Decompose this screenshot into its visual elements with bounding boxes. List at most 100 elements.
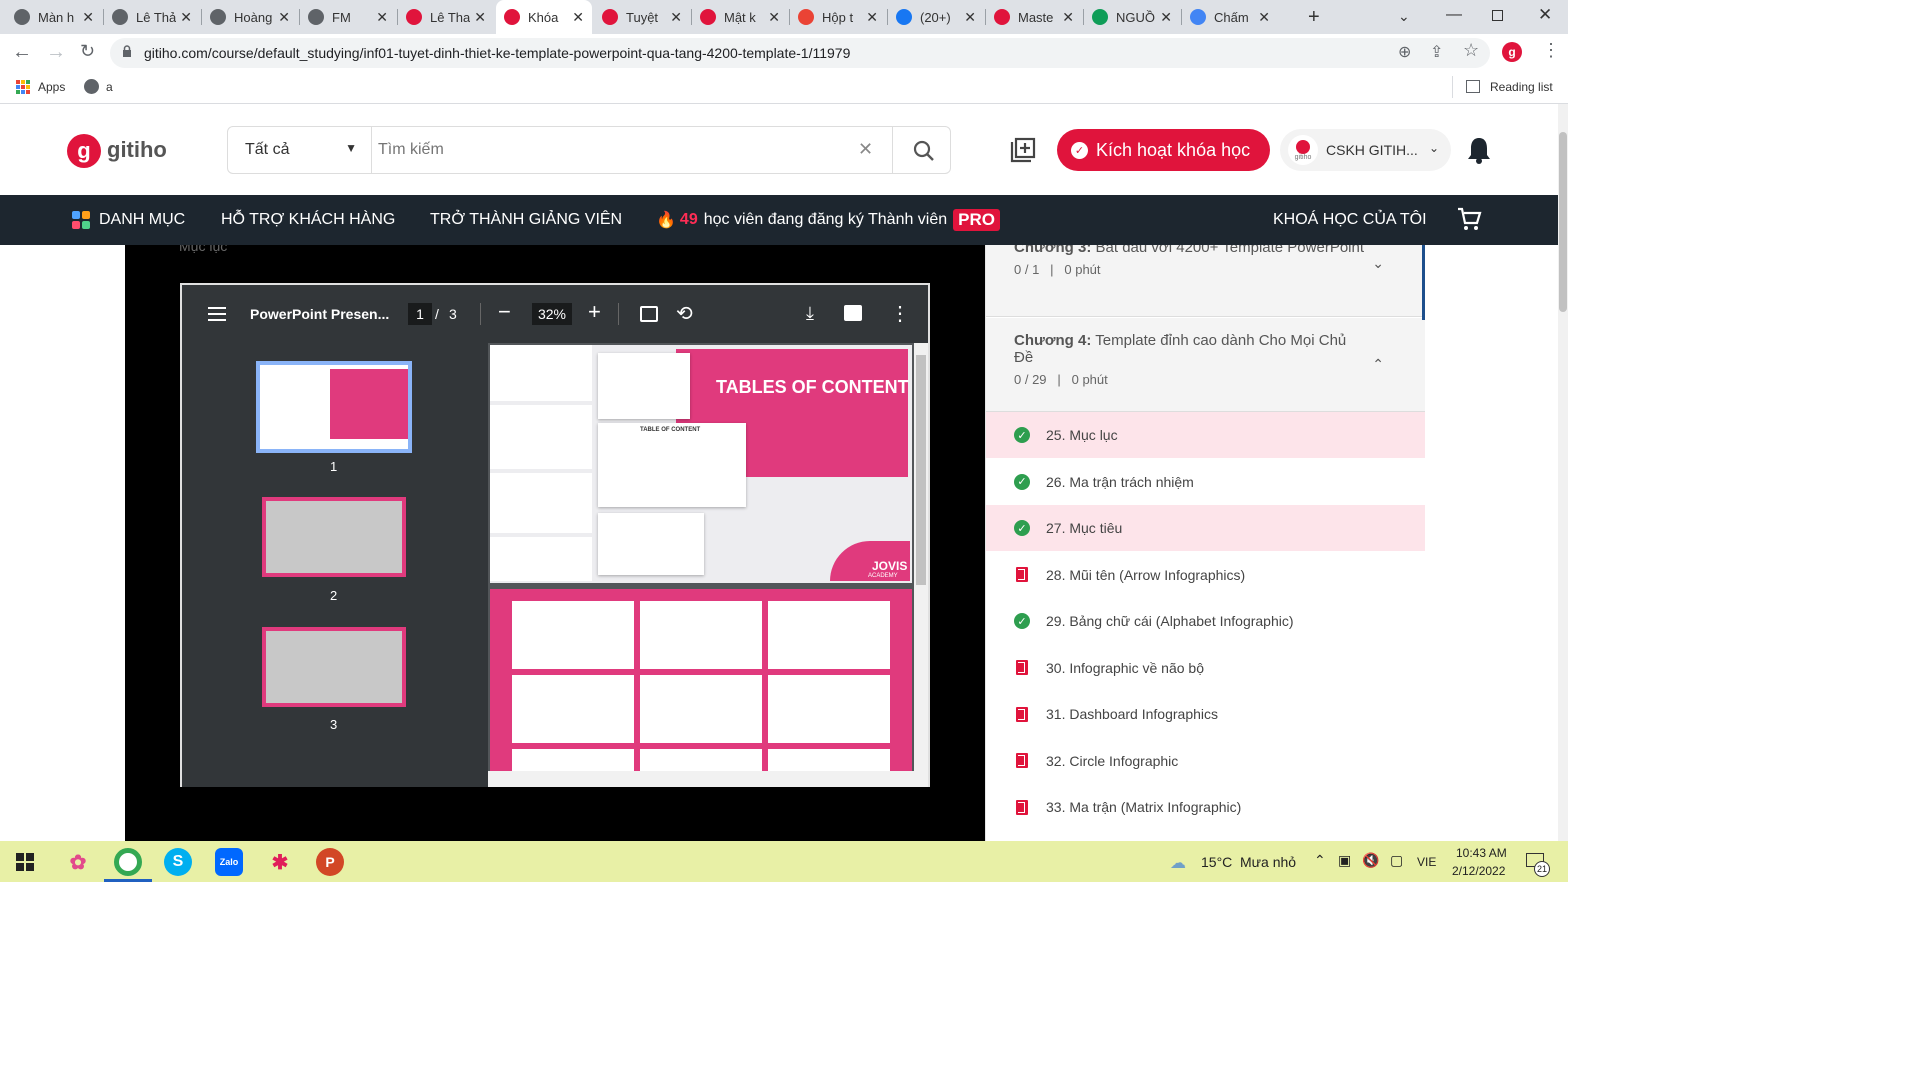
windows-start-icon[interactable] xyxy=(16,853,34,871)
tab-close-icon[interactable]: ✕ xyxy=(180,9,192,26)
menu-icon[interactable] xyxy=(208,307,226,321)
forward-icon[interactable]: → xyxy=(46,41,66,64)
new-tab-button[interactable]: + xyxy=(1308,6,1320,29)
browser-tab[interactable]: Maste ✕ xyxy=(986,0,1082,34)
share-icon[interactable]: ⇪ xyxy=(1430,42,1443,62)
browser-tab[interactable]: Màn h ✕ xyxy=(6,0,102,34)
tab-close-icon[interactable]: ✕ xyxy=(1258,9,1270,26)
close-window-icon[interactable]: ✕ xyxy=(1538,5,1552,25)
clear-search-icon[interactable]: ✕ xyxy=(858,139,873,160)
zoom-level[interactable]: 32% xyxy=(532,303,572,325)
apps-grid-icon[interactable] xyxy=(16,80,30,94)
rotate-icon[interactable]: ⟲ xyxy=(676,301,693,326)
tab-close-icon[interactable]: ✕ xyxy=(670,9,682,26)
bookmark-a[interactable]: a xyxy=(106,80,113,94)
profile-avatar-icon[interactable]: g xyxy=(1502,42,1522,62)
lesson-item[interactable]: ✓ 27. Mục tiêu xyxy=(986,505,1425,551)
search-icon[interactable] xyxy=(912,139,936,168)
powerpoint-icon[interactable]: P xyxy=(316,848,344,876)
add-course-icon[interactable] xyxy=(1008,136,1036,169)
nav-promo[interactable]: 🔥 49 học viên đang đăng ký Thành viên PR… xyxy=(656,195,1000,245)
language-indicator[interactable]: VIE xyxy=(1417,855,1436,869)
reading-list-label[interactable]: Reading list xyxy=(1490,80,1553,94)
page-scrollbar[interactable] xyxy=(1558,104,1568,841)
outline-scrollbar[interactable] xyxy=(1422,245,1425,320)
gitiho-logo-icon[interactable]: g xyxy=(67,134,101,168)
tab-search-icon[interactable]: ⌄ xyxy=(1398,8,1410,25)
thumbnail-page-1[interactable] xyxy=(256,361,412,453)
tab-close-icon[interactable]: ✕ xyxy=(964,9,976,26)
bookmark-star-icon[interactable]: ☆ xyxy=(1463,40,1479,61)
search-category-select[interactable]: Tất cả ▼ xyxy=(228,127,372,173)
network-icon[interactable]: ▣ xyxy=(1338,852,1351,869)
thumbnail-page-2[interactable] xyxy=(262,497,406,577)
reload-icon[interactable]: ↻ xyxy=(80,41,95,62)
tab-close-icon[interactable]: ✕ xyxy=(572,9,584,26)
browser-tab[interactable]: Khóa ✕ xyxy=(496,0,592,34)
lesson-item[interactable]: ✓ 25. Mục lục xyxy=(986,412,1425,458)
volume-icon[interactable]: 🔇 xyxy=(1362,852,1379,869)
download-icon[interactable]: ⤓ xyxy=(806,303,814,324)
cart-icon[interactable] xyxy=(1456,206,1482,237)
lesson-item[interactable]: 28. Mũi tên (Arrow Infographics) xyxy=(986,552,1425,598)
print-icon[interactable] xyxy=(844,305,862,321)
zoom-icon[interactable]: ⊕ xyxy=(1398,42,1411,62)
page-number-input[interactable]: 1 xyxy=(408,303,432,325)
browser-tab[interactable]: Chấm ✕ xyxy=(1182,0,1278,34)
skype-icon[interactable]: S xyxy=(164,848,192,876)
browser-tab[interactable]: Hộp t ✕ xyxy=(790,0,886,34)
tab-close-icon[interactable]: ✕ xyxy=(474,9,486,26)
bell-icon[interactable] xyxy=(1467,136,1491,169)
fit-page-icon[interactable] xyxy=(640,306,658,322)
lesson-item[interactable]: 32. Circle Infographic xyxy=(986,738,1425,784)
browser-tab[interactable]: NGUỒ ✕ xyxy=(1084,0,1180,34)
browser-tab[interactable]: FM ✕ xyxy=(300,0,396,34)
tab-close-icon[interactable]: ✕ xyxy=(1062,9,1074,26)
lesson-item[interactable]: ✓ 26. Ma trận trách nhiệm xyxy=(986,459,1425,505)
browser-tab[interactable]: Hoàng ✕ xyxy=(202,0,298,34)
chrome-icon[interactable] xyxy=(114,848,142,876)
nav-categories[interactable]: DANH MỤC xyxy=(72,195,185,245)
search-input[interactable] xyxy=(378,135,838,165)
minimize-icon[interactable]: — xyxy=(1446,6,1462,24)
slack-icon[interactable]: ✱ xyxy=(266,848,294,876)
ime-icon[interactable]: ▢ xyxy=(1390,852,1403,869)
lesson-item[interactable]: ✓ 29. Bảng chữ cái (Alphabet Infographic) xyxy=(986,598,1425,644)
nav-my-courses[interactable]: KHOÁ HỌC CỦA TÔI xyxy=(1273,195,1427,245)
more-options-icon[interactable]: ⋮ xyxy=(890,301,910,326)
nav-become-teacher[interactable]: TRỞ THÀNH GIẢNG VIÊN xyxy=(430,195,622,245)
browser-menu-icon[interactable]: ⋮ xyxy=(1542,40,1560,61)
pdf-scrollbar[interactable] xyxy=(914,343,928,787)
page-scroll-thumb[interactable] xyxy=(1559,132,1567,312)
maximize-icon[interactable] xyxy=(1492,10,1503,21)
account-dropdown[interactable]: gitiho CSKH GITIH... ⌄ xyxy=(1280,129,1451,171)
pdf-horizontal-scrollbar[interactable] xyxy=(488,771,914,787)
tab-close-icon[interactable]: ✕ xyxy=(1160,9,1172,26)
clock-date[interactable]: 2/12/2022 xyxy=(1452,864,1505,878)
thumbnail-page-3[interactable] xyxy=(262,627,406,707)
tab-close-icon[interactable]: ✕ xyxy=(376,9,388,26)
tab-close-icon[interactable]: ✕ xyxy=(768,9,780,26)
url-bar[interactable]: gitiho.com/course/default_studying/inf01… xyxy=(110,38,1490,68)
browser-tab[interactable]: (20+) ✕ xyxy=(888,0,984,34)
browser-tab[interactable]: Tuyệt ✕ xyxy=(594,0,690,34)
weather-desc[interactable]: Mưa nhỏ xyxy=(1240,854,1296,870)
lesson-item[interactable]: 31. Dashboard Infographics xyxy=(986,691,1425,737)
activate-course-button[interactable]: ✓ Kích hoạt khóa học xyxy=(1057,129,1270,171)
zoom-out-icon[interactable]: − xyxy=(498,299,511,325)
clock-time[interactable]: 10:43 AM xyxy=(1456,846,1507,860)
tab-close-icon[interactable]: ✕ xyxy=(866,9,878,26)
zoom-in-icon[interactable]: + xyxy=(588,299,601,325)
zalo-icon[interactable]: Zalo xyxy=(215,848,243,876)
site-logo-text[interactable]: gitiho xyxy=(107,137,167,163)
bookmark-apps[interactable]: Apps xyxy=(38,80,65,94)
tab-close-icon[interactable]: ✕ xyxy=(278,9,290,26)
nav-support[interactable]: HỖ TRỢ KHÁCH HÀNG xyxy=(221,195,395,245)
lesson-item[interactable]: 33. Ma trận (Matrix Infographic) xyxy=(986,784,1425,830)
reading-list-icon[interactable] xyxy=(1466,80,1480,93)
tab-close-icon[interactable]: ✕ xyxy=(82,9,94,26)
browser-tab[interactable]: Mật k ✕ xyxy=(692,0,788,34)
chapter-4[interactable]: Chương 4: Template đỉnh cao dành Cho Mọi… xyxy=(986,318,1425,412)
weather-temp[interactable]: 15°C xyxy=(1201,854,1232,870)
chapter-3[interactable]: Chương 3: Bắt đầu với 4200+ Template Pow… xyxy=(986,245,1425,317)
